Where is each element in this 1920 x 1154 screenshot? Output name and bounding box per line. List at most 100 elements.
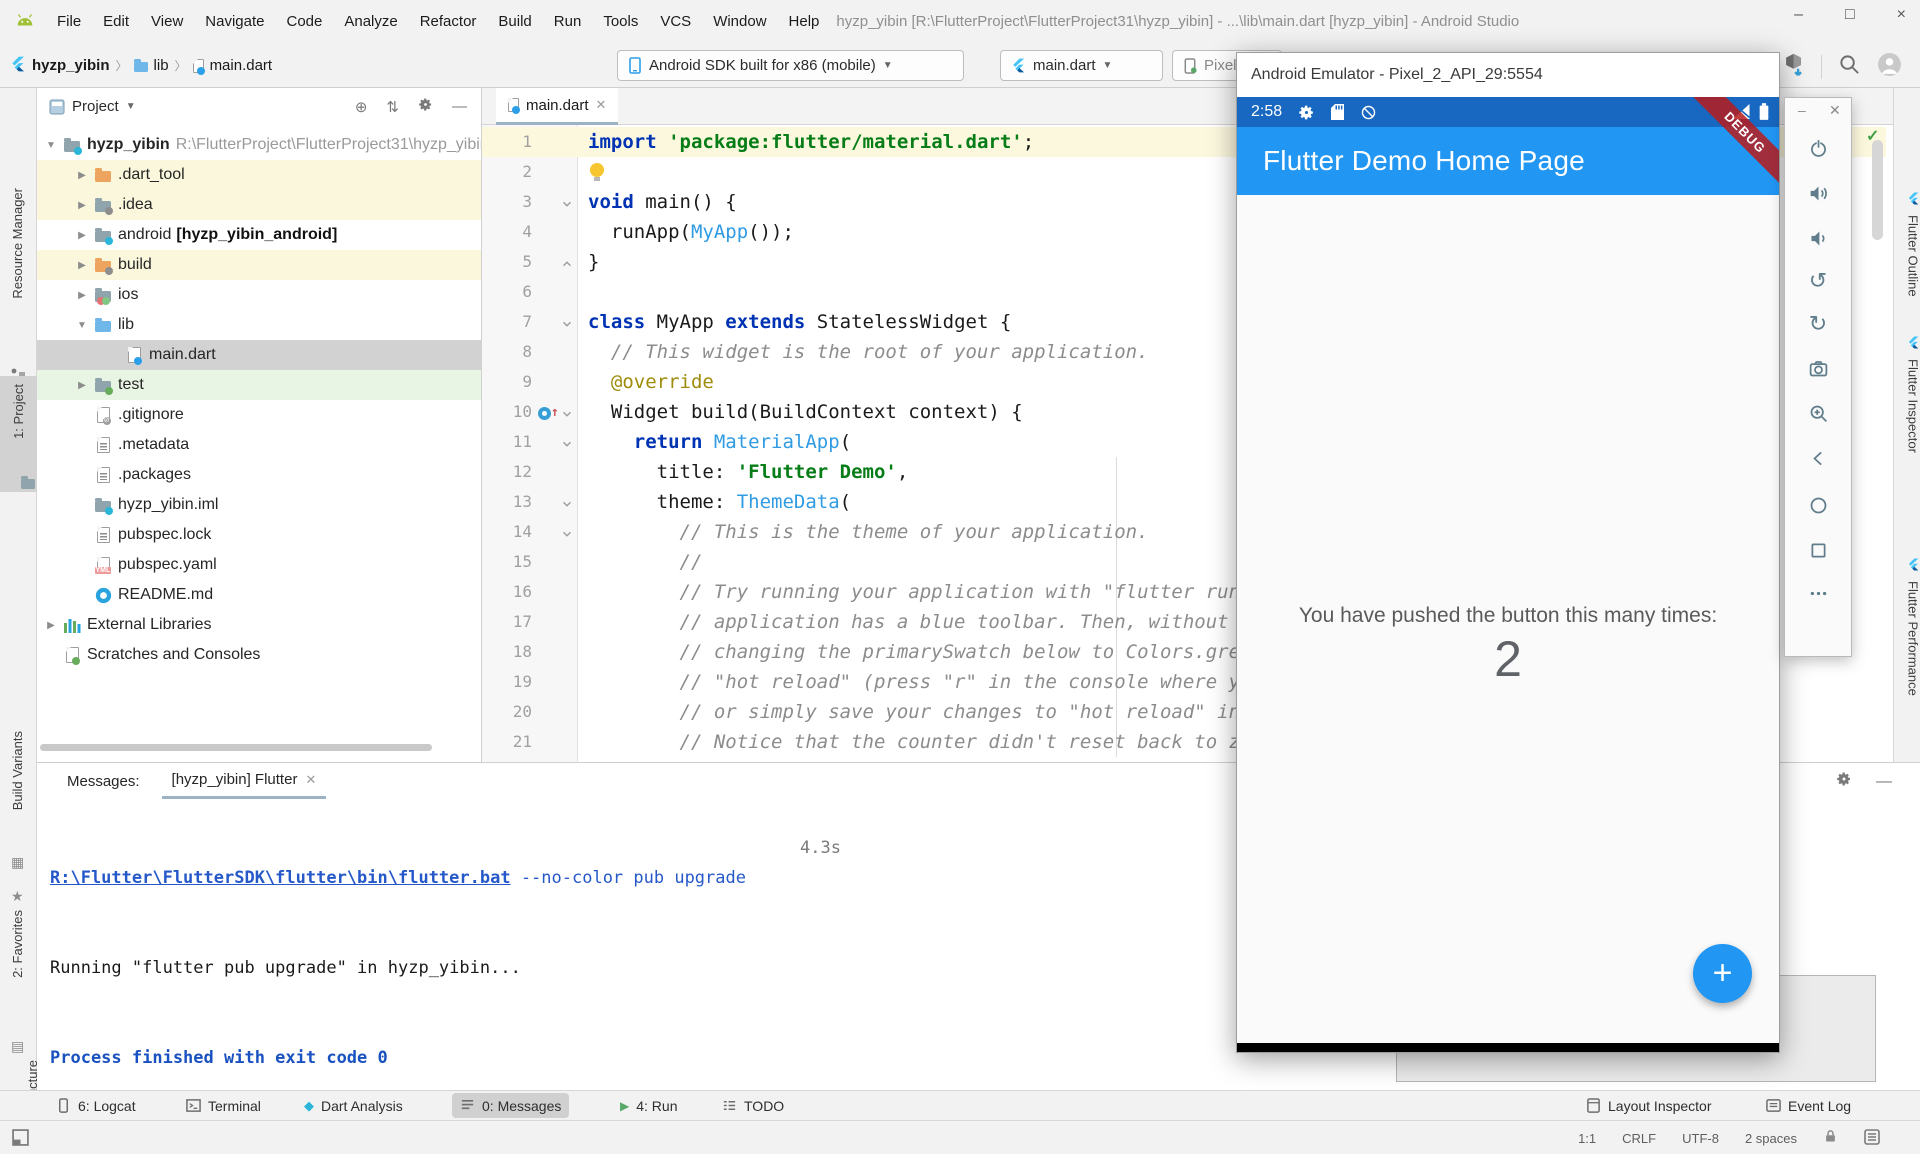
toolbar-button-todo[interactable]: TODO xyxy=(714,1093,792,1118)
tab-favorites[interactable]: 2: Favorites xyxy=(10,910,25,978)
lock-icon[interactable] xyxy=(1823,1129,1838,1147)
close-tab-icon[interactable]: ✕ xyxy=(596,97,607,113)
horizontal-scrollbar[interactable] xyxy=(40,744,432,751)
flutter-bat-link[interactable]: R:\Flutter\FlutterSDK\flutter\bin\flutte… xyxy=(50,868,511,888)
editor-scrollbar[interactable] xyxy=(1872,140,1883,240)
locate-file-icon[interactable]: ⊕ xyxy=(349,98,374,116)
tree-row-build[interactable]: ▶build xyxy=(37,250,482,280)
fab-increment-button[interactable]: + xyxy=(1693,944,1752,1003)
home-icon[interactable] xyxy=(1806,493,1830,517)
rotate-right-icon[interactable]: ↻ xyxy=(1806,312,1830,336)
menu-item-window[interactable]: Window xyxy=(702,13,777,30)
gear-icon[interactable] xyxy=(412,97,439,116)
tree-chevron-icon[interactable]: ▶ xyxy=(72,170,92,181)
tree-row--idea[interactable]: ▶.idea xyxy=(37,190,482,220)
gear-icon[interactable] xyxy=(1836,771,1852,792)
emulator-title-bar[interactable]: Android Emulator - Pixel_2_API_29:5554 xyxy=(1237,53,1779,97)
messages-flutter-tab[interactable]: [hyzp_yibin] Flutter ✕ xyxy=(162,763,327,799)
breadcrumb-file[interactable]: main.dart xyxy=(210,57,273,74)
tab-flutter-inspector[interactable]: Flutter Inspector xyxy=(1898,336,1920,453)
tree-row--dart-tool[interactable]: ▶.dart_tool xyxy=(37,160,482,190)
status-caret-position[interactable]: 1:1 xyxy=(1578,1131,1596,1146)
more-icon[interactable] xyxy=(1806,581,1830,605)
minimize-emulator-icon[interactable]: – xyxy=(1798,102,1806,118)
tree-row-readme-md[interactable]: README.md xyxy=(37,580,482,610)
fold-marker-icon[interactable] xyxy=(560,494,574,516)
maximize-window-icon[interactable]: □ xyxy=(1845,6,1855,24)
tree-row-hyzp-yibin[interactable]: ▼hyzp_yibinR:\FlutterProject\FlutterProj… xyxy=(37,130,482,160)
tree-row-hyzp-yibin-iml[interactable]: hyzp_yibin.iml xyxy=(37,490,482,520)
tree-row-pubspec-yaml[interactable]: YMLpubspec.yaml xyxy=(37,550,482,580)
zoom-icon[interactable] xyxy=(1806,401,1830,425)
volume-down-icon[interactable] xyxy=(1806,226,1830,250)
tree-row-lib[interactable]: ▼lib xyxy=(37,310,482,340)
volume-up-icon[interactable] xyxy=(1806,181,1830,205)
toolbar-button-4-run[interactable]: ▶4: Run xyxy=(612,1093,685,1118)
hide-panel-icon[interactable]: — xyxy=(446,98,473,115)
tool-window-toggle-icon[interactable] xyxy=(12,1129,29,1149)
breadcrumb-project[interactable]: hyzp_yibin xyxy=(32,57,110,74)
collapse-all-icon[interactable]: ⇅ xyxy=(380,98,405,116)
tree-chevron-icon[interactable]: ▶ xyxy=(41,620,61,631)
override-marker-icon[interactable]: ↑ xyxy=(538,401,562,423)
toolbar-button-0-messages[interactable]: 0: Messages xyxy=(452,1093,569,1118)
run-config-dropdown[interactable]: main.dart ▼ xyxy=(1000,50,1163,81)
tree-row-pubspec-lock[interactable]: pubspec.lock xyxy=(37,520,482,550)
menu-item-file[interactable]: File xyxy=(46,13,92,30)
menu-item-vcs[interactable]: VCS xyxy=(649,13,702,30)
rotate-left-icon[interactable]: ↺ xyxy=(1806,269,1830,293)
breadcrumb-folder[interactable]: lib xyxy=(154,57,169,74)
tab-project[interactable]: 1: Project xyxy=(0,376,37,492)
close-window-icon[interactable]: × xyxy=(1897,6,1906,24)
menu-item-navigate[interactable]: Navigate xyxy=(194,13,275,30)
tree-row-main-dart[interactable]: main.dart xyxy=(37,340,482,370)
toolbar-button-6-logcat[interactable]: 6: Logcat xyxy=(48,1093,144,1118)
tree-chevron-icon[interactable]: ▶ xyxy=(72,260,92,271)
hide-panel-icon[interactable]: — xyxy=(1876,773,1892,791)
fold-marker-icon[interactable] xyxy=(560,434,574,456)
tree-row--packages[interactable]: .packages xyxy=(37,460,482,490)
menu-item-analyze[interactable]: Analyze xyxy=(333,13,408,30)
tree-chevron-icon[interactable]: ▼ xyxy=(72,320,92,331)
project-view-selector[interactable]: Project xyxy=(72,98,119,115)
search-everywhere-icon[interactable] xyxy=(1838,53,1861,81)
menu-item-code[interactable]: Code xyxy=(275,13,333,30)
intention-bulb-icon[interactable] xyxy=(590,163,604,177)
toolbar-button-dart-analysis[interactable]: ◆Dart Analysis xyxy=(296,1093,411,1118)
camera-icon[interactable] xyxy=(1806,356,1830,380)
menu-item-refactor[interactable]: Refactor xyxy=(409,13,488,30)
tree-row-scratches-and-consoles[interactable]: Scratches and Consoles xyxy=(37,640,482,670)
toolbar-button-terminal[interactable]: Terminal xyxy=(178,1093,269,1118)
menu-item-build[interactable]: Build xyxy=(487,13,542,30)
tree-row-test[interactable]: ▶test xyxy=(37,370,482,400)
tab-build-variants[interactable]: Build Variants xyxy=(10,731,25,810)
fold-marker-icon[interactable] xyxy=(560,314,574,336)
profile-avatar-icon[interactable] xyxy=(1877,52,1902,82)
power-icon[interactable] xyxy=(1806,136,1830,160)
status-indent-setting[interactable]: 2 spaces xyxy=(1745,1131,1797,1146)
device-selector-dropdown[interactable]: Android SDK built for x86 (mobile) ▼ xyxy=(617,50,964,81)
tab-main-dart[interactable]: main.dart ✕ xyxy=(496,88,618,125)
status-file-encoding[interactable]: UTF-8 xyxy=(1682,1131,1719,1146)
toolbar-button-event-log[interactable]: Event Log xyxy=(1758,1093,1859,1118)
tree-chevron-icon[interactable]: ▶ xyxy=(72,290,92,301)
tree-chevron-icon[interactable]: ▼ xyxy=(41,140,61,151)
tree-row-android[interactable]: ▶android[hyzp_yibin_android] xyxy=(37,220,482,250)
minimize-window-icon[interactable]: – xyxy=(1794,6,1803,24)
indicator-icon[interactable] xyxy=(1864,1129,1880,1148)
tree-row-external-libraries[interactable]: ▶External Libraries xyxy=(37,610,482,640)
build-icon[interactable]: ▦ xyxy=(11,854,24,871)
tab-resource-manager[interactable]: Resource Manager xyxy=(10,188,25,299)
overview-icon[interactable] xyxy=(1806,538,1830,562)
close-emulator-icon[interactable]: ✕ xyxy=(1829,102,1841,119)
sdk-manager-icon[interactable] xyxy=(1782,53,1805,82)
tab-flutter-performance[interactable]: Flutter Performance xyxy=(1898,558,1920,696)
fold-marker-icon[interactable] xyxy=(560,254,574,276)
tree-row--metadata[interactable]: .metadata xyxy=(37,430,482,460)
close-tab-icon[interactable]: ✕ xyxy=(305,772,316,788)
tree-chevron-icon[interactable]: ▶ xyxy=(72,200,92,211)
tree-row-ios[interactable]: ▶ios xyxy=(37,280,482,310)
menu-item-tools[interactable]: Tools xyxy=(592,13,649,30)
back-icon[interactable] xyxy=(1806,446,1830,470)
menu-item-run[interactable]: Run xyxy=(543,13,593,30)
